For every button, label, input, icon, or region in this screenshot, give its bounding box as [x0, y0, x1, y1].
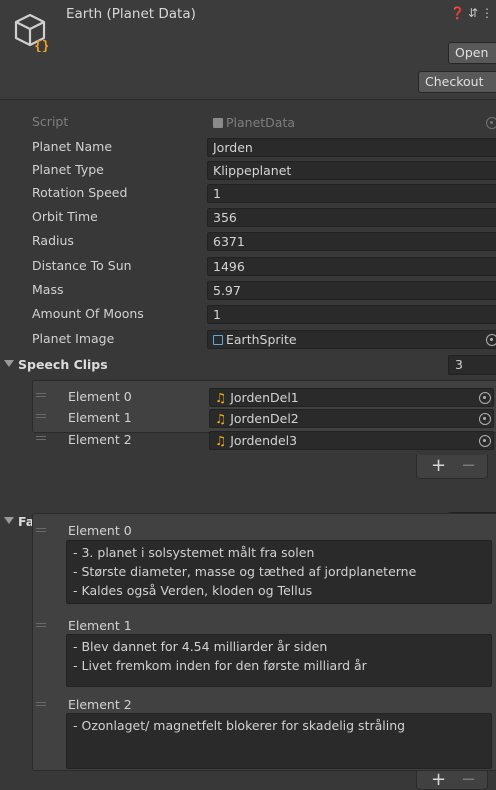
drag-handle-icon[interactable] — [36, 436, 46, 440]
mass-label: Mass — [32, 282, 64, 297]
open-button[interactable]: Open — [448, 42, 496, 64]
add-element-button[interactable]: + — [431, 769, 446, 790]
orbit-time-field[interactable]: 356 — [207, 208, 496, 227]
sprite-icon — [213, 335, 223, 345]
speech-clip-value: JordenDel1 — [230, 390, 299, 405]
header-tools: ❓⇵⋮ — [450, 6, 496, 20]
remove-element-button[interactable]: − — [461, 455, 476, 476]
radius-label: Radius — [32, 233, 74, 248]
planet-type-label: Planet Type — [32, 162, 104, 177]
asset-title: Earth (Planet Data) — [66, 6, 196, 22]
remove-element-button[interactable]: − — [461, 769, 476, 790]
object-picker-icon[interactable] — [479, 392, 491, 404]
planet-name-field[interactable]: Jorden — [207, 138, 496, 157]
kebab-menu-icon[interactable]: ⋮ — [481, 6, 496, 20]
speech-clip-field[interactable]: ♫ Jordendel3 — [209, 431, 494, 450]
script-label: Script — [32, 114, 69, 129]
fact-text-area[interactable]: - 3. planet i solsystemet målt fra solen… — [66, 540, 492, 604]
fact-text-area[interactable]: - Ozonlaget/ magnetfelt blokerer for ska… — [66, 713, 492, 769]
object-picker-icon[interactable] — [486, 334, 496, 346]
distance-label: Distance To Sun — [32, 258, 132, 273]
svg-text:{}: {} — [34, 39, 48, 52]
speech-clips-add-remove: + − — [416, 455, 488, 479]
fact-text-area[interactable]: - Blev dannet for 4.54 milliarder år sid… — [66, 634, 492, 687]
distance-row: Distance To Sun 1496 — [0, 256, 496, 276]
presets-icon[interactable]: ⇵ — [468, 6, 481, 20]
fact-element-label: Element 2 — [68, 697, 132, 712]
speech-clip-field[interactable]: ♫ JordenDel2 — [209, 409, 494, 428]
script-value: PlanetData — [226, 115, 296, 130]
mass-row: Mass 5.97 — [0, 280, 496, 300]
fact-line: - Livet fremkom inden for den første mil… — [73, 658, 367, 673]
drag-handle-icon[interactable] — [36, 702, 46, 706]
scriptable-object-icon: {} — [14, 13, 48, 52]
moons-row: Amount Of Moons 1 — [0, 304, 496, 324]
planet-image-row: Planet Image EarthSprite — [0, 329, 496, 349]
help-icon[interactable]: ❓ — [450, 6, 468, 20]
planet-name-row: Planet Name Jorden — [0, 137, 496, 157]
audio-clip-icon: ♫ — [215, 390, 227, 405]
object-picker-icon — [486, 117, 496, 129]
script-file-icon — [213, 118, 223, 128]
drag-handle-icon[interactable] — [36, 623, 46, 627]
foldout-arrow-icon[interactable] — [4, 360, 14, 367]
orbit-time-row: Orbit Time 356 — [0, 207, 496, 227]
fact-line: - Blev dannet for 4.54 milliarder år sid… — [73, 639, 328, 654]
speech-clip-field[interactable]: ♫ JordenDel1 — [209, 388, 494, 407]
audio-clip-icon: ♫ — [215, 433, 227, 448]
foldout-arrow-icon[interactable] — [4, 517, 14, 524]
script-field: PlanetData — [207, 113, 496, 132]
planet-image-value: EarthSprite — [226, 332, 297, 347]
speech-clip-value: Jordendel3 — [230, 433, 298, 448]
audio-clip-icon: ♫ — [215, 411, 227, 426]
moons-field[interactable]: 1 — [207, 305, 496, 324]
radius-row: Radius 6371 — [0, 231, 496, 251]
fact-line: - Største diameter, masse og tæthed af j… — [73, 564, 417, 579]
mass-field[interactable]: 5.97 — [207, 281, 496, 300]
speech-element-label: Element 0 — [68, 389, 132, 404]
drag-handle-icon[interactable] — [36, 414, 46, 418]
speech-clip-value: JordenDel2 — [230, 411, 299, 426]
object-picker-icon[interactable] — [479, 413, 491, 425]
radius-field[interactable]: 6371 — [207, 232, 496, 251]
planet-image-label: Planet Image — [32, 331, 115, 346]
speech-element-label: Element 2 — [68, 432, 132, 447]
planet-image-field[interactable]: EarthSprite — [207, 330, 496, 349]
rotation-speed-label: Rotation Speed — [32, 185, 128, 200]
speech-clips-count[interactable]: 3 — [448, 355, 496, 375]
inspector-header: {} Earth (Planet Data) ❓⇵⋮ Open Checkout — [0, 0, 496, 100]
planet-name-label: Planet Name — [32, 139, 113, 154]
speech-element-label: Element 1 — [68, 410, 132, 425]
orbit-time-label: Orbit Time — [32, 209, 98, 224]
rotation-speed-row: Rotation Speed 1 — [0, 183, 496, 203]
moons-label: Amount Of Moons — [32, 306, 144, 321]
object-picker-icon[interactable] — [479, 435, 491, 447]
checkout-button[interactable]: Checkout — [418, 71, 496, 93]
distance-field[interactable]: 1496 — [207, 257, 496, 276]
speech-clips-header[interactable]: Speech Clips 3 — [0, 354, 496, 376]
planet-type-row: Planet Type Klippeplanet — [0, 160, 496, 180]
script-row: Script PlanetData — [0, 112, 496, 132]
planet-type-field[interactable]: Klippeplanet — [207, 161, 496, 180]
add-element-button[interactable]: + — [431, 455, 446, 476]
rotation-speed-field[interactable]: 1 — [207, 184, 496, 203]
drag-handle-icon[interactable] — [36, 393, 46, 397]
fact-element-label: Element 1 — [68, 618, 132, 633]
speech-clips-title: Speech Clips — [18, 357, 108, 372]
fact-line: - Kaldes også Verden, kloden og Tellus — [73, 583, 313, 598]
fact-line: - 3. planet i solsystemet målt fra solen — [73, 545, 315, 560]
facts-add-remove: + − — [416, 769, 488, 790]
fact-element-label: Element 0 — [68, 523, 132, 538]
fact-line: - Ozonlaget/ magnetfelt blokerer for ska… — [73, 718, 406, 733]
drag-handle-icon[interactable] — [36, 528, 46, 532]
